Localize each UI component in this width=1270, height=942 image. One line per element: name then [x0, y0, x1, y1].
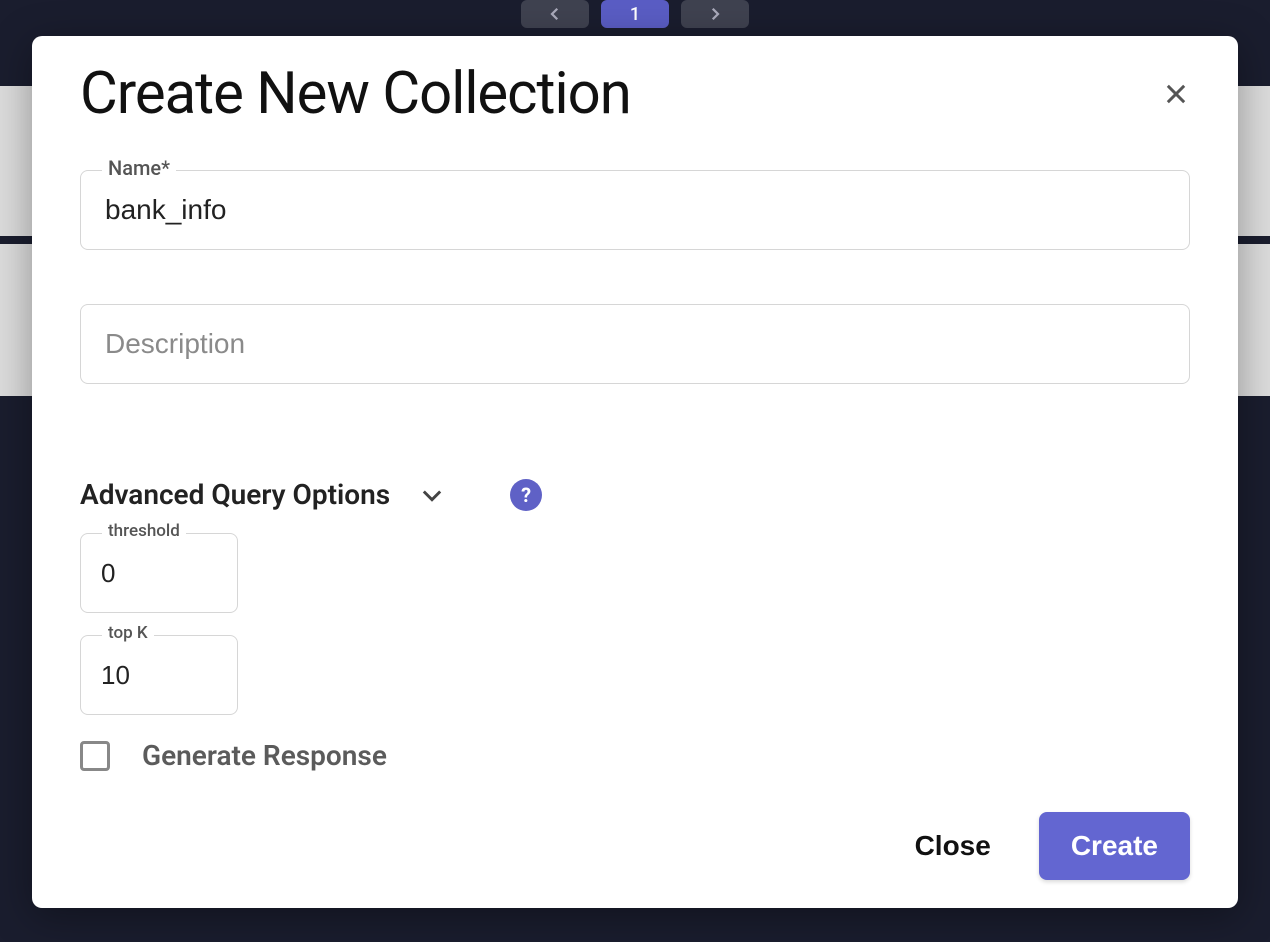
chevron-left-icon: [546, 5, 564, 23]
create-collection-dialog: Create New Collection Name* Advanced Que…: [32, 36, 1238, 908]
pagination-next[interactable]: [681, 0, 749, 28]
threshold-input[interactable]: [80, 533, 238, 613]
threshold-label: threshold: [102, 521, 186, 541]
dialog-header: Create New Collection: [80, 60, 1190, 128]
generate-response-label: Generate Response: [142, 739, 387, 772]
question-mark-icon: ?: [521, 483, 531, 507]
close-icon: [1162, 80, 1190, 108]
advanced-options-chevron: [418, 481, 446, 509]
topk-label: top K: [102, 623, 154, 643]
description-input[interactable]: [80, 304, 1190, 384]
chevron-down-icon: [418, 481, 446, 509]
pagination-prev[interactable]: [521, 0, 589, 28]
chevron-right-icon: [706, 5, 724, 23]
threshold-field-wrapper: threshold: [80, 533, 238, 613]
close-footer-button[interactable]: Close: [897, 818, 1009, 874]
topk-field-wrapper: top K: [80, 635, 238, 715]
advanced-options-label: Advanced Query Options: [80, 478, 390, 511]
close-button[interactable]: [1162, 80, 1190, 112]
name-input[interactable]: [80, 170, 1190, 250]
help-button[interactable]: ?: [510, 479, 542, 511]
pagination-row: 1: [0, 0, 1270, 32]
name-field-label: Name*: [102, 156, 176, 180]
create-button[interactable]: Create: [1039, 812, 1190, 880]
generate-response-checkbox[interactable]: [80, 741, 110, 771]
pagination-page-current[interactable]: 1: [601, 0, 669, 28]
dialog-footer: Close Create: [80, 792, 1190, 880]
description-field-wrapper: [80, 304, 1190, 384]
generate-response-row: Generate Response: [80, 739, 1190, 772]
advanced-options-toggle[interactable]: Advanced Query Options ?: [80, 478, 1190, 511]
name-field-wrapper: Name*: [80, 170, 1190, 250]
topk-input[interactable]: [80, 635, 238, 715]
dialog-title: Create New Collection: [80, 60, 631, 128]
pagination-page-label: 1: [630, 4, 640, 25]
